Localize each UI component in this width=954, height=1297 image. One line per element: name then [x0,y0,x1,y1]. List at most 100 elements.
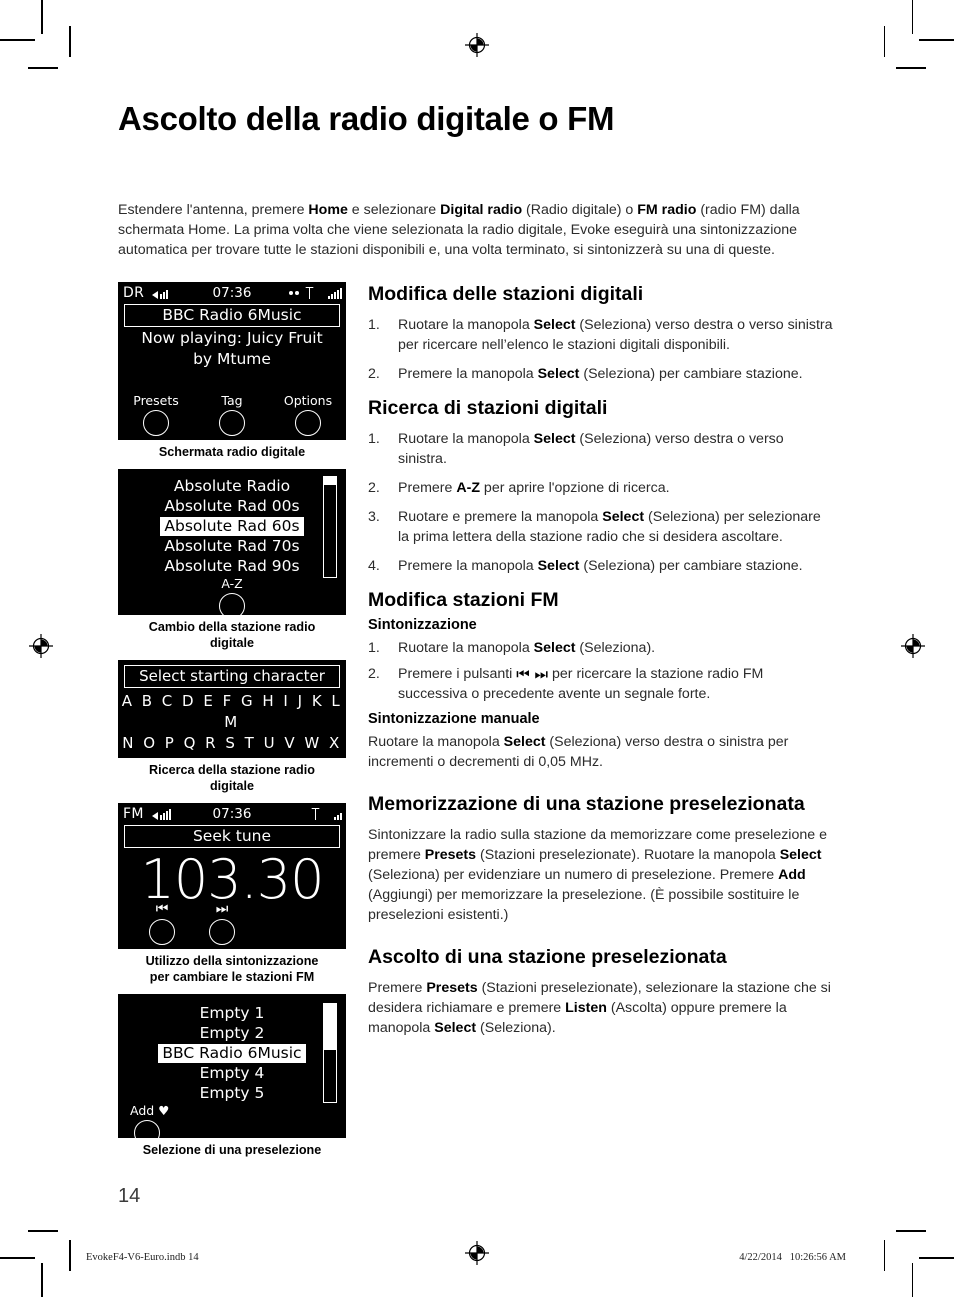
section-heading: Modifica delle stazioni digitali [368,283,644,305]
crop-mark-tl2-h [28,67,58,69]
softkey-presets-knob[interactable] [143,410,169,436]
step-item: Premere i pulsanti ⏮ ⏭ per ricercare la … [368,664,764,702]
intro-paragraph: Estendere l'antenna, premere Home e sele… [118,202,800,258]
softkey-add-knob[interactable] [134,1120,160,1138]
instructions-column: Modifica delle stazioni digitali Ruotare… [368,282,834,1050]
section-body: Sintonizzare la radio sulla stazione da … [368,827,827,923]
crop-mark-tl-h [0,39,35,41]
scrollbar-thumb[interactable] [324,1004,336,1050]
presets-list[interactable]: Empty 1 Empty 2 BBC Radio 6Music Empty 4… [118,994,346,1103]
softkey-seek-down-knob[interactable] [149,919,175,945]
page-title: Ascolto della radio digitale o FM [118,100,615,137]
list-item[interactable]: Empty 4 [196,1064,269,1083]
softkey-options[interactable]: Options [272,393,344,436]
digital-radio-screen: DR 07:36 BBC Radio 6Music Now playing: J… [118,282,346,440]
softkey-tag-knob[interactable] [219,410,245,436]
step-item: Ruotare la manopola Select (Seleziona). [368,638,656,658]
step-item: Ruotare e premere la manopola Select (Se… [368,507,821,545]
now-playing-line-2: by Mtume [193,350,271,368]
softkey-az-label: A-Z [221,576,243,591]
figures-column: DR 07:36 BBC Radio 6Music Now playing: J… [118,282,346,1167]
figure-caption: Selezione di una preselezione [142,1143,322,1157]
figure-fm-tuning: FM 07:36 Seek tune 103.30 ⏮ ⏭ Utilizzo d… [118,803,346,985]
list-item[interactable]: Empty 2 [196,1024,269,1043]
footer-file-name: EvokeF4-V6-Euro.indb 14 [86,1252,199,1263]
prev-track-icon: ⏮ [155,901,169,917]
softkey-row: ⏮ ⏭ [118,902,346,945]
antenna-icon [311,807,320,820]
steps-list: Ruotare la manopola Select (Seleziona). … [368,638,834,704]
crop-mark-br2-h [896,1230,926,1232]
steps-list: Ruotare la manopola Select (Seleziona) v… [368,429,834,576]
softkey-az-knob[interactable] [219,593,245,615]
caption-line-2: per cambiare le stazioni FM [149,970,315,984]
section-heading: Ascolto di una stazione preselezionata [368,946,727,968]
caption-line-1: Utilizzo della sintonizzazione [145,954,319,968]
softkey-row: Presets Tag Options [118,393,346,436]
scrollbar-thumb[interactable] [324,477,336,485]
station-list[interactable]: Absolute Radio Absolute Rad 00s Absolute… [118,469,346,576]
character-select-screen: Select starting character A B C D E F G … [118,660,346,758]
presets-screen: Empty 1 Empty 2 BBC Radio 6Music Empty 4… [118,994,346,1138]
list-item-selected[interactable]: Absolute Rad 60s [160,517,304,536]
caption-line-1: Ricerca della stazione radio [149,763,315,777]
list-item-selected[interactable]: BBC Radio 6Music [158,1044,306,1063]
section-body: Ruotare la manopola Select (Seleziona) v… [368,734,789,770]
step-item: Ruotare la manopola Select (Seleziona) v… [368,315,833,353]
caption-line-1: Cambio della stazione radio [148,620,316,634]
steps-list: Ruotare la manopola Select (Seleziona) v… [368,315,834,384]
now-playing-line-1: Now playing: Juicy Fruit [141,329,323,347]
list-item[interactable]: Absolute Rad 00s [160,497,303,516]
caption-line-2: digitale [209,636,255,650]
section-subheading: Sintonizzazione manuale [368,711,540,727]
registration-mark-left [28,633,54,659]
crop-mark-tl2-v [69,26,71,57]
list-item[interactable]: Absolute Rad 70s [160,537,303,556]
step-item: Ruotare la manopola Select (Seleziona) v… [368,429,784,467]
softkey-seek-up[interactable]: ⏭ [192,902,252,945]
figure-caption: Ricerca della stazione radio digitale [118,758,346,794]
status-bar: DR 07:36 [118,282,346,302]
list-item[interactable]: Absolute Rad 90s [160,557,303,576]
figure-digital-radio: DR 07:36 BBC Radio 6Music Now playing: J… [118,282,346,460]
footer-timestamp: 4/22/2014 10:26:56 AM [739,1252,846,1263]
scrollbar[interactable] [323,476,337,578]
step-item: Premere la manopola Select (Seleziona) p… [368,364,803,384]
crop-mark-tl-v [41,0,43,34]
section-subheading: Sintonizzazione [368,617,477,633]
status-bar: FM 07:36 [118,803,346,823]
crop-mark-tr2-v [883,26,885,57]
crop-mark-bl-v [41,1263,43,1297]
alphabet-row-1[interactable]: A B C D E F G H I J K L M [118,691,346,733]
softkey-seek-up-knob[interactable] [209,919,235,945]
crop-mark-br-v [911,1263,913,1297]
station-name: BBC Radio 6Music [124,304,340,327]
softkey-options-knob[interactable] [295,410,321,436]
figure-presets: Empty 1 Empty 2 BBC Radio 6Music Empty 4… [118,994,346,1158]
figure-character-select: Select starting character A B C D E F G … [118,660,346,794]
crop-mark-tr-h [919,39,954,41]
page-number: 14 [118,1185,141,1207]
figure-caption: Utilizzo della sintonizzazione per cambi… [118,949,346,985]
section-heading: Modifica stazioni FM [368,589,559,611]
figure-caption: Schermata radio digitale [158,445,306,459]
softkey-presets-label: Presets [133,393,179,408]
antenna-icon [305,286,314,299]
crop-mark-tr-v [911,0,913,34]
softkey-presets[interactable]: Presets [120,393,192,436]
figure-station-list: Absolute Radio Absolute Rad 00s Absolute… [118,469,346,651]
alphabet-row-2[interactable]: N O P Q R S T U V W X Y Z [118,733,346,758]
character-select-header: Select starting character [124,665,340,688]
softkey-seek-down[interactable]: ⏮ [132,902,192,945]
list-item[interactable]: Empty 1 [196,1004,269,1023]
page-content: Ascolto della radio digitale o FM Estend… [118,100,834,1200]
softkey-tag[interactable]: Tag [196,393,268,436]
softkey-options-label: Options [283,393,333,408]
section-body: Premere Presets (Stazioni preselezionate… [368,980,831,1036]
list-item[interactable]: Empty 5 [196,1084,269,1103]
list-item[interactable]: Absolute Radio [170,477,294,496]
scrollbar[interactable] [323,1003,337,1103]
figure-caption: Cambio della stazione radio digitale [118,615,346,651]
step-item: Premere la manopola Select (Seleziona) p… [368,556,803,576]
station-list-screen: Absolute Radio Absolute Rad 00s Absolute… [118,469,346,615]
